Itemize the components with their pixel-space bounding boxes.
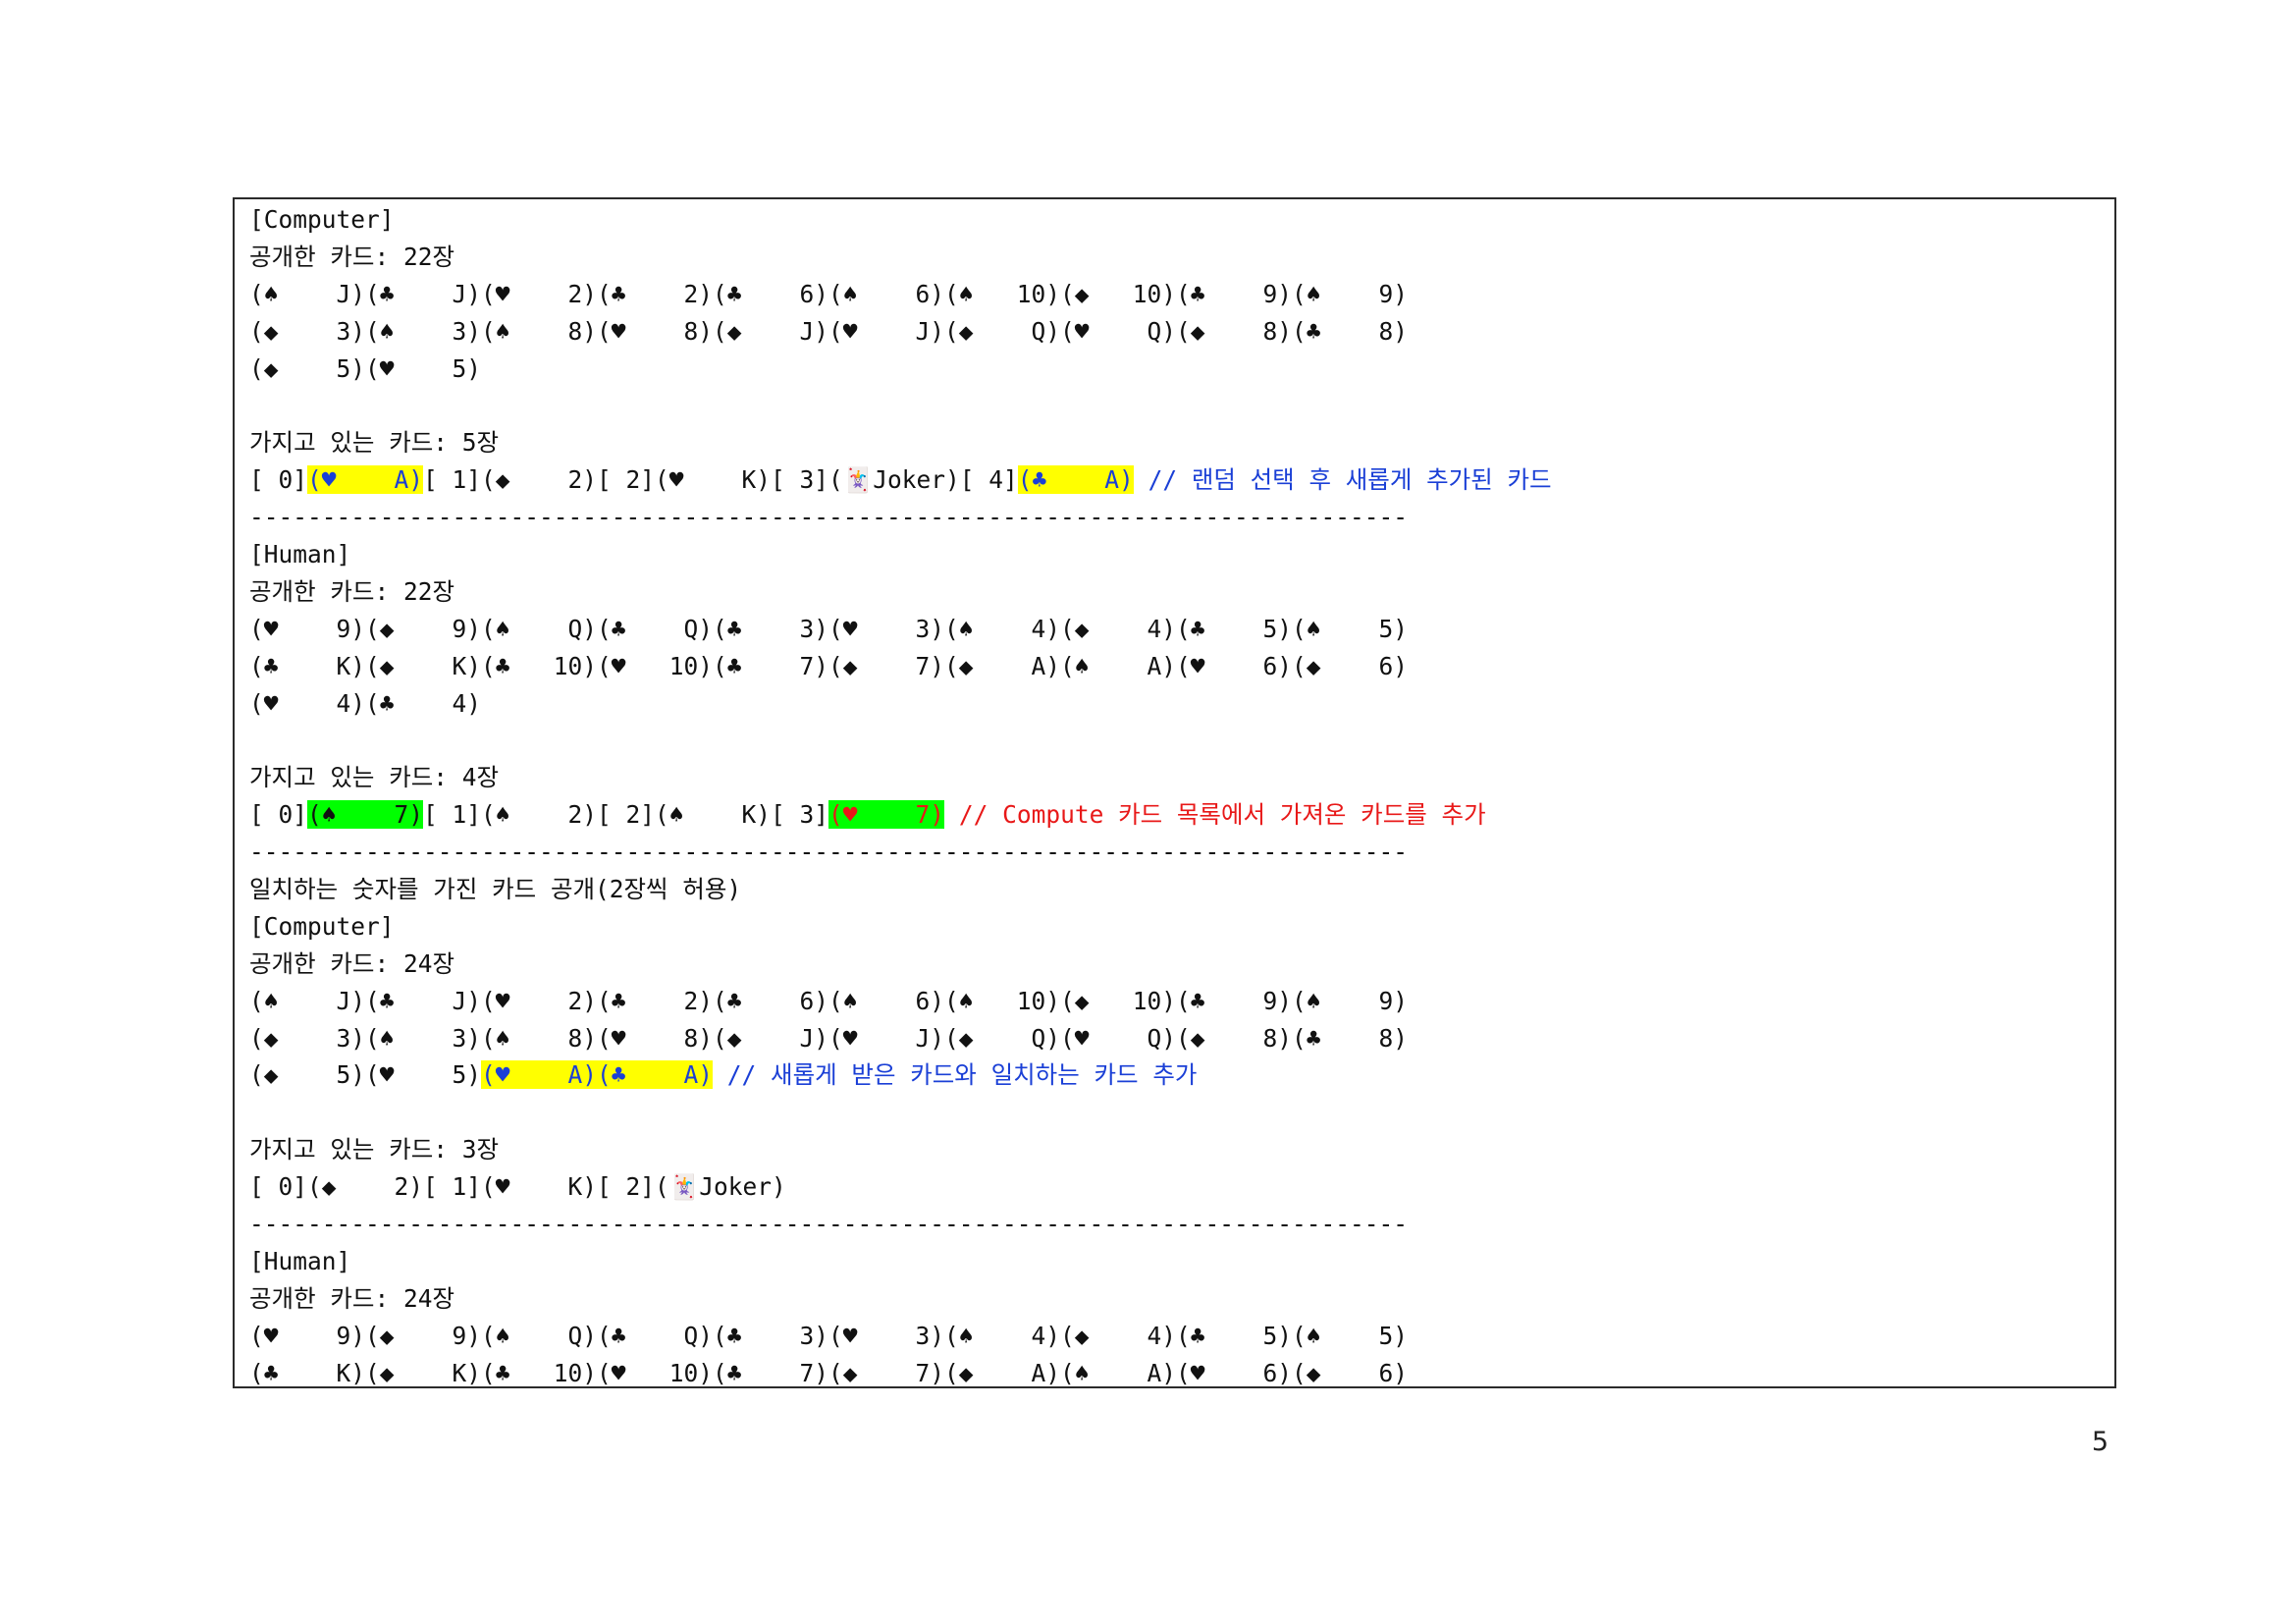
console-text: (♣ K)(◆ K)(♣ 10)(♥ 10)(♣ 7)(◆ 7)(◆ A)(♠ … — [249, 1358, 1409, 1387]
highlighted-card: (♠ 7) — [307, 800, 424, 830]
console-text: [ 1](◆ 2)[ 2](♥ K)[ 3](🃏Joker)[ 4] — [423, 465, 1018, 495]
console-line: (♥ 4)(♣ 4) — [249, 685, 1552, 723]
console-text: (♠ J)(♣ J)(♥ 2)(♣ 2)(♣ 6)(♠ 6)(♠ 10)(◆ 1… — [249, 279, 1409, 308]
console-output-box: [Computer] 공개한 카드: 22장 (♠ J)(♣ J)(♥ 2)(♣ 2… — [233, 197, 2116, 1388]
console-line: [ 0](◆ 2)[ 1](♥ K)[ 2](🃏Joker) — [249, 1168, 1552, 1206]
console-line: (♣ K)(◆ K)(♣ 10)(♥ 10)(♣ 7)(◆ 7)(◆ A)(♠ … — [249, 648, 1552, 685]
console-text: (♥ 4)(♣ 4) — [249, 688, 482, 718]
console-text: (◆ 3)(♠ 3)(♠ 8)(♥ 8)(◆ J)(♥ J)(◆ Q)(♥ Q)… — [249, 1023, 1409, 1053]
console-line: (♥ 9)(◆ 9)(♠ Q)(♣ Q)(♣ 3)(♥ 3)(♠ 4)(◆ 4)… — [249, 611, 1552, 648]
console-text: (◆ 5)(♥ 5) — [249, 1060, 482, 1090]
console-line: ----------------------------------------… — [249, 1206, 1552, 1243]
console-line: [Computer] — [249, 201, 1552, 239]
console-line: 공개한 카드: 22장 — [249, 573, 1552, 611]
console-line: [Computer] — [249, 908, 1552, 946]
console-text: [Computer] — [249, 205, 395, 234]
console-text: 가지고 있는 카드: 5장 — [249, 428, 500, 458]
console-text: 일치하는 숫자를 가진 카드 공개(2장씩 허용) — [249, 875, 742, 904]
highlighted-card: (♥ 7) — [828, 800, 945, 830]
annotation-comment: // 새롭게 받은 카드와 일치하는 카드 추가 — [713, 1060, 1198, 1090]
console-line: ----------------------------------------… — [249, 499, 1552, 536]
console-line: 가지고 있는 카드: 4장 — [249, 759, 1552, 796]
console-text: (◆ 5)(♥ 5) — [249, 353, 482, 383]
console-line: (♣ K)(◆ K)(♣ 10)(♥ 10)(♣ 7)(◆ 7)(◆ A)(♠ … — [249, 1355, 1552, 1387]
console-line: (◆ 5)(♥ 5) — [249, 351, 1552, 388]
console-text: [Human] — [249, 1246, 351, 1275]
console-text: [ 0] — [249, 465, 308, 495]
console-text: 공개한 카드: 22장 — [249, 242, 454, 271]
console-line: [ 0](♠ 7)[ 1](♠ 2)[ 2](♠ K)[ 3](♥ 7) // … — [249, 796, 1552, 834]
console-line: [Human] — [249, 1243, 1552, 1280]
highlighted-card: (♥ A)(♣ A) — [481, 1060, 714, 1090]
console-text: ----------------------------------------… — [249, 838, 1409, 867]
console-lines: [Computer] 공개한 카드: 22장 (♠ J)(♣ J)(♥ 2)(♣ 2… — [249, 201, 1552, 1387]
console-text: 공개한 카드: 24장 — [249, 1283, 454, 1313]
console-text: (♥ 9)(◆ 9)(♠ Q)(♣ Q)(♣ 3)(♥ 3)(♠ 4)(◆ 4)… — [249, 1321, 1409, 1350]
console-line: [Human] — [249, 536, 1552, 573]
console-line: ----------------------------------------… — [249, 834, 1552, 871]
console-line: (♥ 9)(◆ 9)(♠ Q)(♣ Q)(♣ 3)(♥ 3)(♠ 4)(◆ 4)… — [249, 1318, 1552, 1355]
annotation-comment: // 랜덤 선택 후 새롭게 추가된 카드 — [1133, 465, 1552, 495]
highlighted-card: (♥ A) — [307, 465, 424, 495]
console-text: (♥ 9)(◆ 9)(♠ Q)(♣ Q)(♣ 3)(♥ 3)(♠ 4)(◆ 4)… — [249, 614, 1409, 643]
console-text: (♠ J)(♣ J)(♥ 2)(♣ 2)(♣ 6)(♠ 6)(♠ 10)(◆ 1… — [249, 986, 1409, 1015]
console-text: [ 0] — [249, 800, 308, 830]
console-text: [Computer] — [249, 911, 395, 941]
console-text: 가지고 있는 카드: 3장 — [249, 1135, 500, 1164]
console-line: (♠ J)(♣ J)(♥ 2)(♣ 2)(♣ 6)(♠ 6)(♠ 10)(◆ 1… — [249, 276, 1552, 313]
console-text: 공개한 카드: 22장 — [249, 576, 454, 606]
console-text: ----------------------------------------… — [249, 1210, 1409, 1239]
annotation-comment: // Compute 카드 목록에서 가져온 카드를 추가 — [944, 800, 1486, 830]
console-line: (♠ J)(♣ J)(♥ 2)(♣ 2)(♣ 6)(♠ 6)(♠ 10)(◆ 1… — [249, 983, 1552, 1020]
console-line: 공개한 카드: 24장 — [249, 946, 1552, 983]
highlighted-card: (♣ A) — [1017, 465, 1134, 495]
console-line: (◆ 3)(♠ 3)(♠ 8)(♥ 8)(◆ J)(♥ J)(◆ Q)(♥ Q)… — [249, 1020, 1552, 1057]
console-text: ----------------------------------------… — [249, 503, 1409, 532]
console-text: (♣ K)(◆ K)(♣ 10)(♥ 10)(♣ 7)(◆ 7)(◆ A)(♠ … — [249, 651, 1409, 680]
console-line: 가지고 있는 카드: 5장 — [249, 424, 1552, 461]
console-line: (◆ 5)(♥ 5)(♥ A)(♣ A) // 새롭게 받은 카드와 일치하는 … — [249, 1056, 1552, 1094]
console-text: 공개한 카드: 24장 — [249, 948, 454, 978]
console-line: (◆ 3)(♠ 3)(♠ 8)(♥ 8)(◆ J)(♥ J)(◆ Q)(♥ Q)… — [249, 313, 1552, 351]
console-line: 공개한 카드: 24장 — [249, 1280, 1552, 1318]
console-line: 일치하는 숫자를 가진 카드 공개(2장씩 허용) — [249, 871, 1552, 908]
console-line: 공개한 카드: 22장 — [249, 239, 1552, 276]
page-number: 5 — [2091, 1427, 2109, 1457]
console-line: [ 0](♥ A)[ 1](◆ 2)[ 2](♥ K)[ 3](🃏Joker)[… — [249, 461, 1552, 499]
console-text: 가지고 있는 카드: 4장 — [249, 763, 500, 792]
console-text: (◆ 3)(♠ 3)(♠ 8)(♥ 8)(◆ J)(♥ J)(◆ Q)(♥ Q)… — [249, 316, 1409, 346]
console-text: [Human] — [249, 540, 351, 569]
console-line: 가지고 있는 카드: 3장 — [249, 1131, 1552, 1168]
console-text: [ 0](◆ 2)[ 1](♥ K)[ 2](🃏Joker) — [249, 1172, 786, 1202]
console-text: [ 1](♠ 2)[ 2](♠ K)[ 3] — [423, 800, 829, 830]
